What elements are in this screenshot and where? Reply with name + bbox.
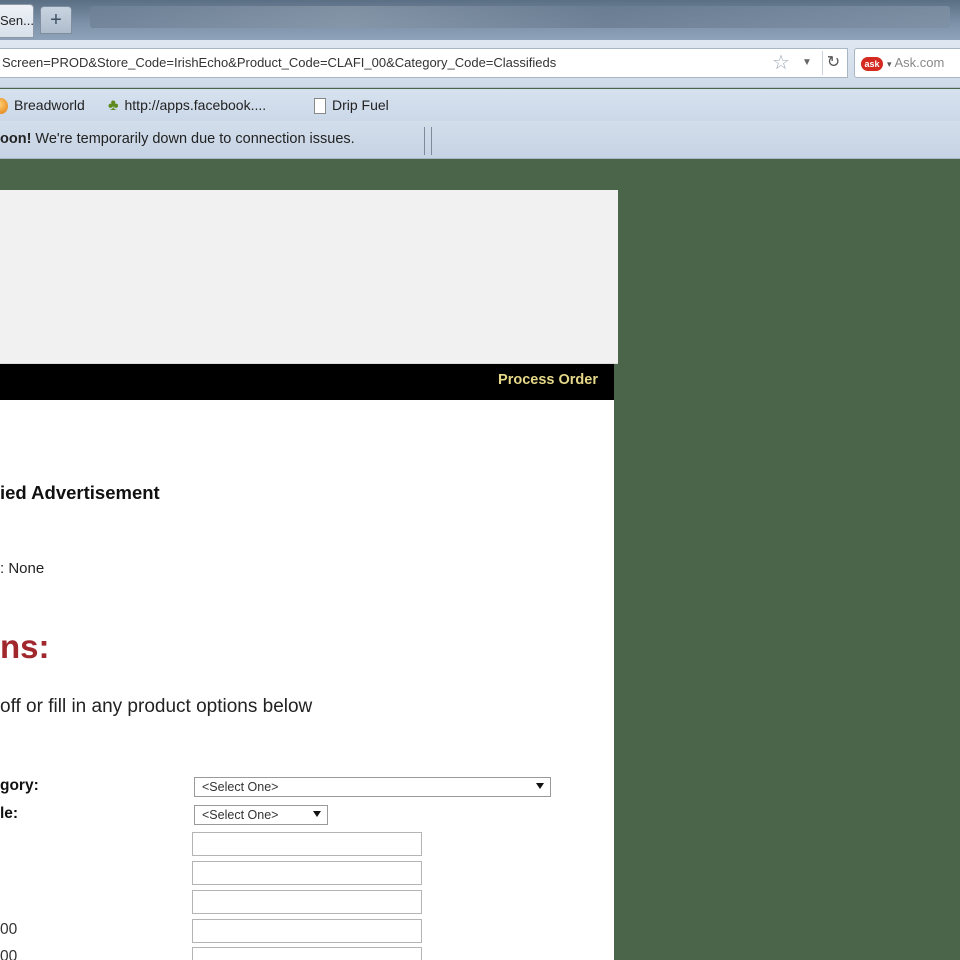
tree-icon: ♣ — [108, 97, 119, 115]
title-select-value: <Select One> — [202, 808, 279, 822]
chevron-down-icon — [536, 783, 544, 789]
notification-message: We're temporarily down due to connection… — [31, 131, 355, 147]
orange-circle-icon — [0, 98, 8, 115]
category-select-value: <Select One> — [202, 780, 279, 794]
process-order-link[interactable]: Process Order — [498, 372, 598, 388]
price-label-2: 00 — [0, 948, 18, 960]
browser-tab-bar: Sen... + — [0, 0, 960, 40]
price-label-1: 00 — [0, 921, 18, 938]
text-field-1[interactable] — [192, 832, 422, 856]
notification-bold: oon! — [0, 131, 32, 147]
text-field-5[interactable] — [192, 947, 422, 960]
options-heading: ns: — [0, 628, 50, 665]
product-price-line: : None — [0, 560, 45, 577]
bookmark-label: Drip Fuel — [332, 97, 389, 113]
tab-title: Sen... — [0, 13, 34, 28]
browser-tab-active[interactable]: Sen... — [0, 4, 34, 38]
history-dropdown-icon[interactable]: ▼ — [802, 54, 812, 72]
notification-text: oon! We're temporarily down due to conne… — [0, 131, 355, 147]
notification-bar: oon! We're temporarily down due to conne… — [0, 121, 960, 159]
category-select[interactable]: <Select One> — [194, 777, 551, 797]
options-instructions: off or fill in any product options below — [0, 696, 313, 717]
bookmark-breadworld[interactable]: Breadworld — [0, 95, 85, 115]
blurred-tab-strip — [90, 6, 950, 28]
address-bar[interactable]: Screen=PROD&Store_Code=IrishEcho&Product… — [0, 48, 848, 78]
bookmark-drip-fuel[interactable]: Drip Fuel — [314, 95, 389, 115]
bookmark-star-icon[interactable]: ☆ — [772, 52, 790, 74]
bookmark-facebook-apps[interactable]: ♣ http://apps.facebook.... — [108, 95, 266, 116]
ask-logo-icon[interactable]: ask — [861, 56, 883, 71]
title-select[interactable]: <Select One> — [194, 805, 328, 825]
plus-icon: + — [50, 9, 62, 31]
bookmarks-bar: Breadworld ♣ http://apps.facebook.... Dri… — [0, 89, 960, 121]
text-field-3[interactable] — [192, 890, 422, 914]
page-icon — [314, 98, 326, 115]
chevron-down-icon — [313, 811, 321, 817]
browser-nav-bar: Screen=PROD&Store_Code=IrishEcho&Product… — [0, 40, 960, 88]
search-engine-dropdown-icon[interactable]: ▾ — [887, 59, 892, 69]
product-title: ied Advertisement — [0, 482, 160, 503]
text-field-2[interactable] — [192, 861, 422, 885]
title-label: le: — [0, 805, 19, 822]
search-placeholder: Ask.com — [894, 55, 945, 70]
category-label: gory: — [0, 777, 39, 794]
bookmark-label: Breadworld — [14, 97, 85, 113]
reload-icon[interactable]: ↻ — [822, 51, 844, 75]
search-box[interactable]: ask ▾ Ask.com — [854, 48, 960, 78]
store-nav-bar: Process Order — [0, 364, 614, 400]
text-field-4[interactable] — [192, 919, 422, 943]
notification-separator — [424, 127, 432, 155]
store-banner — [0, 190, 618, 364]
url-text: Screen=PROD&Store_Code=IrishEcho&Product… — [2, 55, 557, 70]
bookmark-label: http://apps.facebook.... — [124, 97, 267, 113]
product-content: ied Advertisement : None ns: off or fill… — [0, 400, 614, 960]
new-tab-button[interactable]: + — [40, 6, 72, 34]
